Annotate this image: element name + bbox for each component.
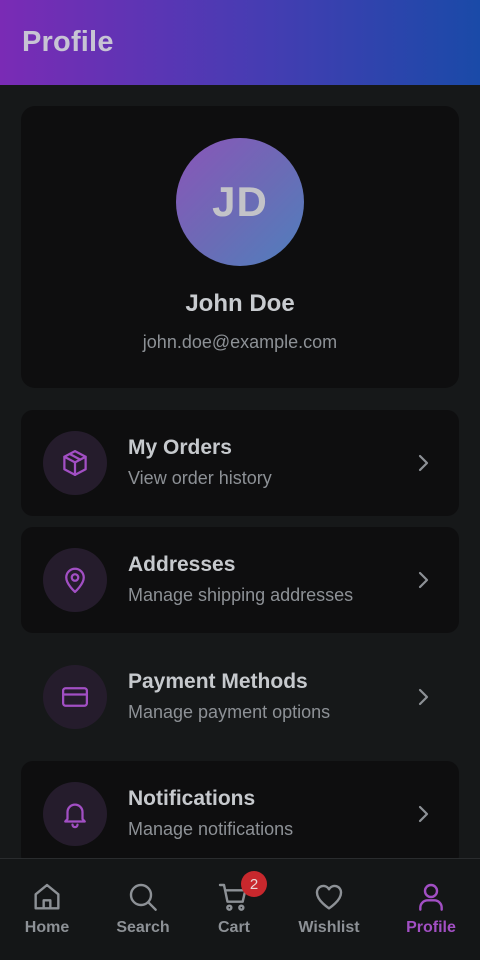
nav-label: Wishlist	[298, 919, 360, 936]
credit-card-icon	[43, 665, 107, 729]
avatar[interactable]: JD	[176, 138, 304, 266]
menu-item-notifications[interactable]: Notifications Manage notifications	[21, 761, 459, 867]
profile-name: John Doe	[185, 290, 295, 317]
avatar-initials: JD	[212, 178, 268, 225]
menu-item-title: My Orders	[128, 436, 232, 459]
profile-email: john.doe@example.com	[142, 332, 338, 352]
bottom-nav: Home Search 2 Cart Wishlist Profile	[0, 858, 480, 960]
heart-icon	[315, 884, 343, 910]
menu-item-title: Payment Methods	[128, 670, 308, 693]
home-icon	[34, 883, 60, 910]
profile-card: JD John Doe john.doe@example.com	[21, 106, 459, 388]
menu-item-addresses[interactable]: Addresses Manage shipping addresses	[21, 527, 459, 633]
menu-item-subtitle: Manage shipping addresses	[128, 585, 354, 605]
chevron-right-icon	[418, 805, 429, 823]
page-title: Profile	[22, 26, 114, 58]
nav-label: Search	[116, 919, 170, 936]
package-icon	[43, 431, 107, 495]
menu-item-subtitle: Manage payment options	[128, 702, 331, 722]
nav-label: Profile	[406, 919, 456, 936]
nav-item-home[interactable]: Home	[2, 859, 92, 960]
cart-badge: 2	[241, 871, 267, 897]
bell-icon	[43, 782, 107, 846]
nav-label: Cart	[217, 919, 250, 936]
chevron-right-icon	[418, 571, 429, 589]
chevron-right-icon	[418, 454, 429, 472]
menu-item-subtitle: Manage notifications	[128, 819, 294, 839]
nav-item-search[interactable]: Search	[98, 859, 188, 960]
nav-item-cart[interactable]: 2 Cart	[189, 859, 279, 960]
menu-item-title: Addresses	[128, 553, 236, 576]
menu-item-subtitle: View order history	[128, 468, 272, 488]
chevron-right-icon	[418, 688, 429, 706]
nav-item-profile[interactable]: Profile	[386, 859, 476, 960]
app-root: Profile JD John Doe john.doe@example.com…	[0, 0, 480, 960]
menu-item-payment-methods[interactable]: Payment Methods Manage payment options	[21, 644, 459, 750]
nav-label: Home	[24, 919, 70, 936]
menu-item-title: Notifications	[128, 787, 256, 810]
map-pin-icon	[43, 548, 107, 612]
user-icon	[419, 883, 443, 911]
search-icon	[129, 883, 157, 911]
menu-item-my-orders[interactable]: My Orders View order history	[21, 410, 459, 516]
app-header: Profile	[0, 0, 480, 85]
nav-item-wishlist[interactable]: Wishlist	[284, 859, 374, 960]
